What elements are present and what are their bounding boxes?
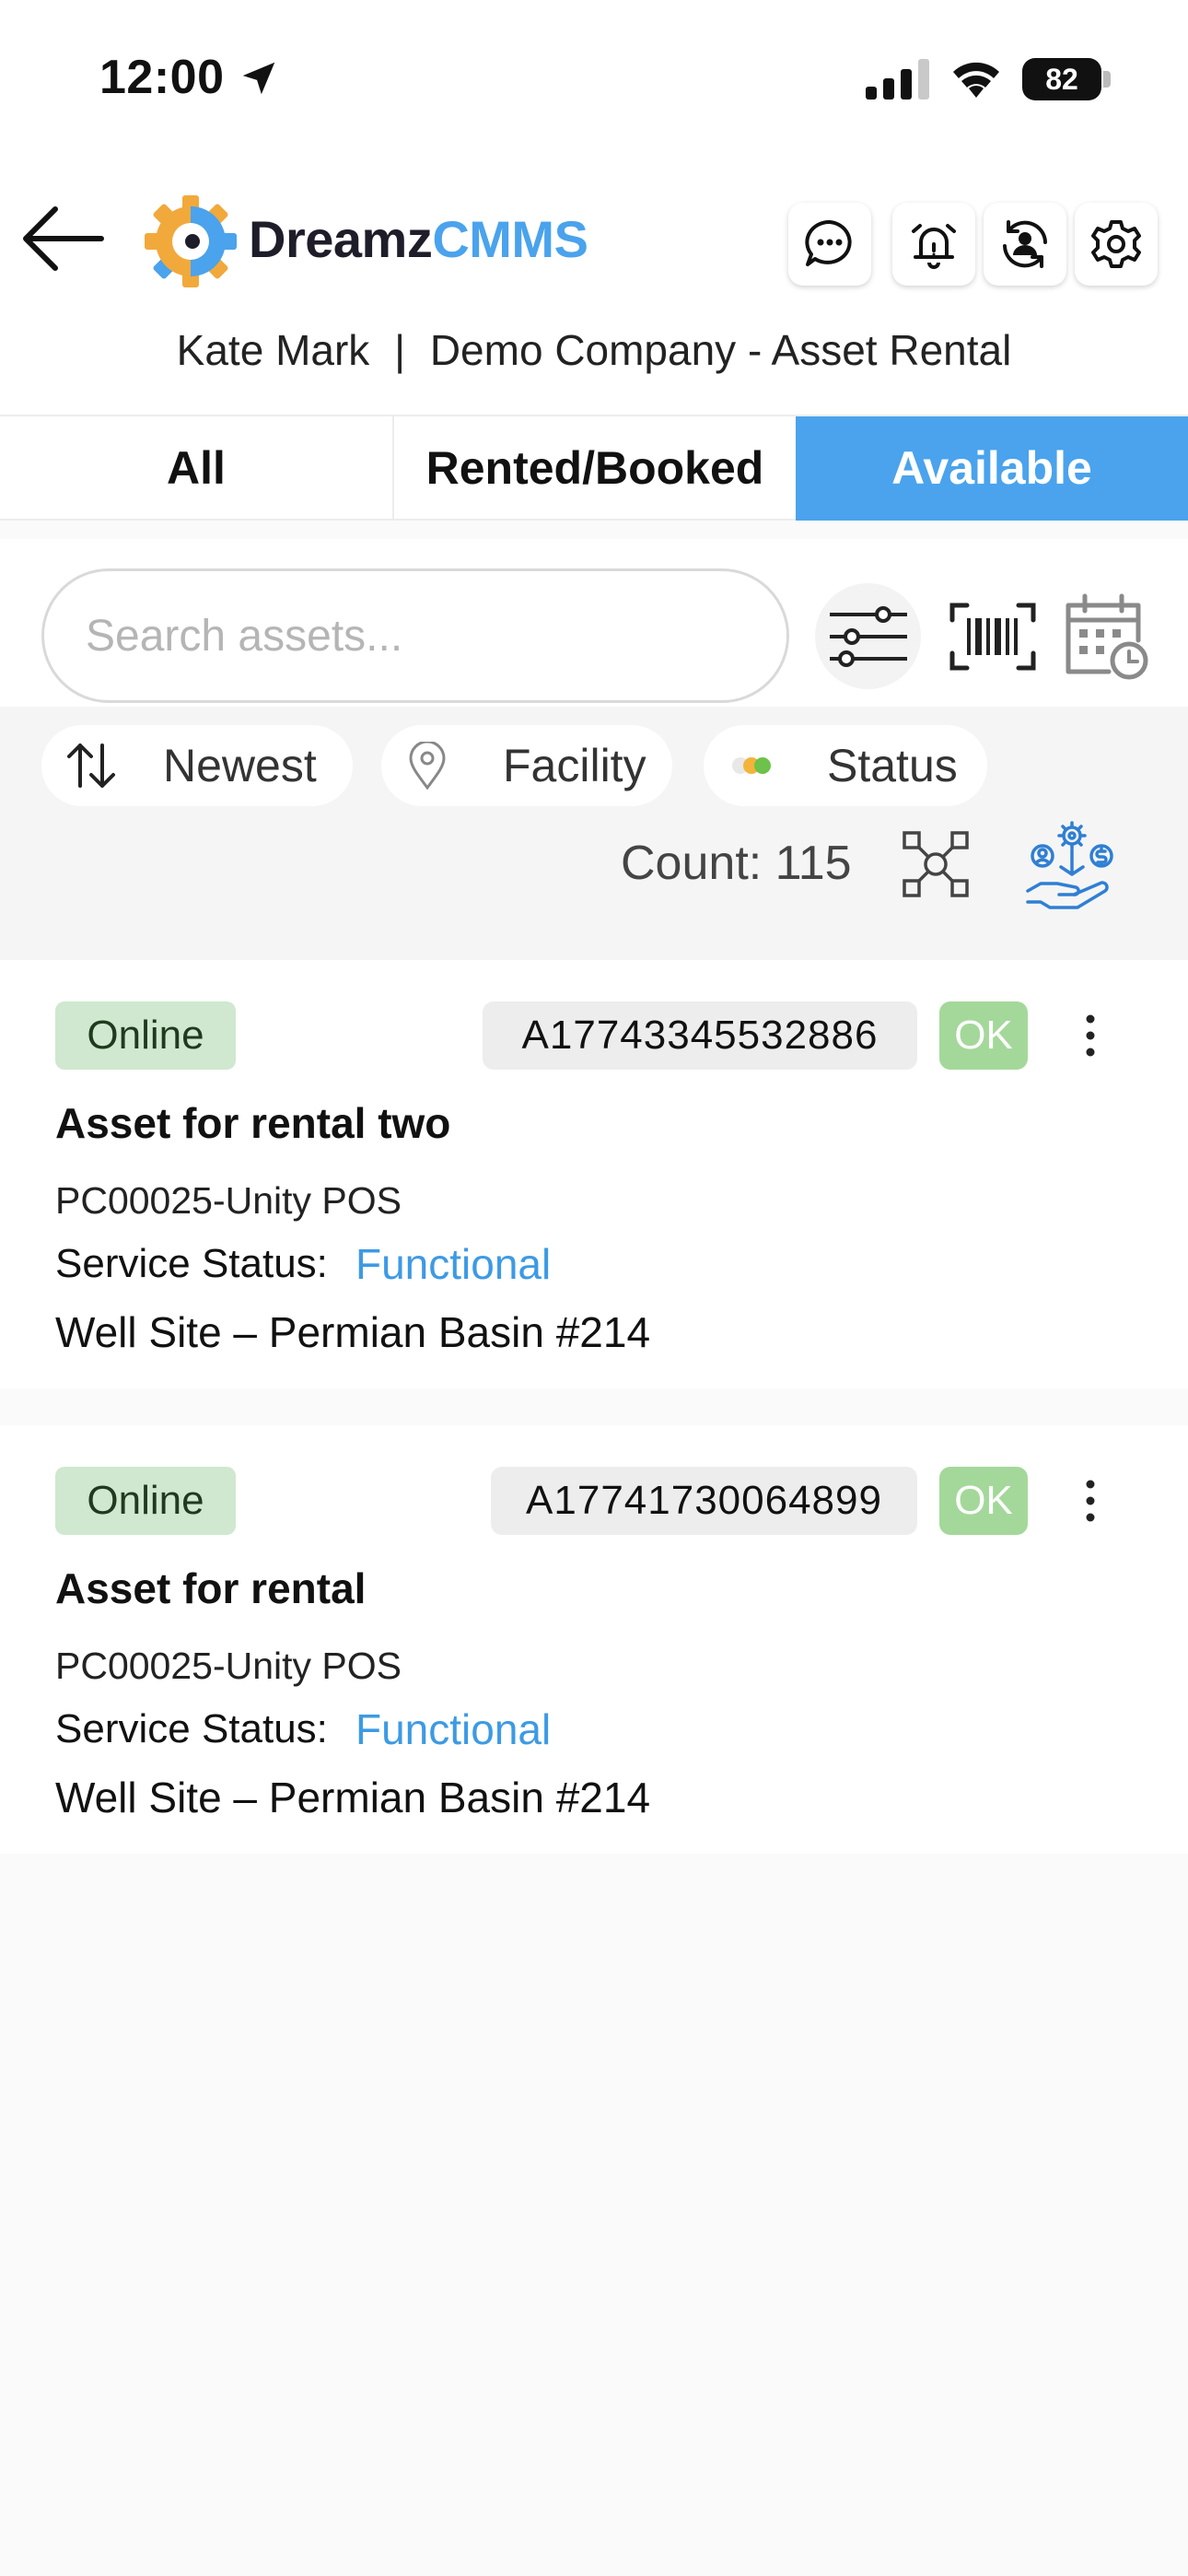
logo-text-dreamz: Dreamz — [249, 210, 433, 268]
user-name: Kate Mark — [176, 326, 370, 374]
filter-tabs: All Rented/Booked Available — [0, 415, 1188, 521]
facility-chip[interactable]: Facility — [381, 725, 672, 806]
filter-button[interactable] — [815, 583, 921, 689]
status-dots-icon — [732, 757, 771, 774]
alarm-button[interactable] — [892, 203, 975, 286]
asset-code: PC00025-Unity POS — [55, 1645, 402, 1687]
condition-badge: OK — [939, 1001, 1028, 1070]
chat-bubble-icon — [805, 219, 852, 266]
settings-button[interactable] — [1075, 203, 1158, 286]
asset-card[interactable]: Online A17743345532886 OK Asset for rent… — [0, 960, 1188, 1388]
tab-all[interactable]: All — [0, 416, 394, 521]
service-status-value: Functional — [355, 1705, 552, 1753]
sort-chip[interactable]: Newest — [41, 725, 353, 806]
service-status-label: Service Status: — [55, 1706, 328, 1751]
back-arrow-icon[interactable] — [17, 202, 105, 275]
screen: 12:00 82 DreamzCMMS Kate Mark | Demo Com… — [0, 0, 1188, 2576]
asset-location: Well Site – Permian Basin #214 — [55, 1774, 651, 1821]
facility-chip-label: Facility — [503, 740, 646, 791]
asset-count: Count: 115 — [621, 837, 852, 890]
alarm-clock-icon — [912, 224, 956, 269]
asset-code: PC00025-Unity POS — [55, 1179, 402, 1222]
map-pin-icon — [409, 742, 446, 790]
search-toolbar — [0, 539, 1188, 707]
logo-gear-icon — [145, 195, 237, 287]
company-name: Demo Company - Asset Rental — [429, 326, 1012, 374]
asset-id: A17741730064899 — [491, 1467, 917, 1535]
status-bar: 12:00 82 — [0, 0, 1188, 161]
service-status-value: Functional — [355, 1240, 552, 1288]
battery-indicator: 82 — [1022, 58, 1111, 100]
barcode-scan-icon[interactable] — [949, 602, 1037, 672]
switch-user-button[interactable] — [984, 203, 1066, 286]
asset-card[interactable]: Online A17741730064899 OK Asset for rent… — [0, 1425, 1188, 1854]
logo-text-cmms: CMMS — [432, 210, 588, 268]
header-separator: | — [394, 326, 406, 374]
hierarchy-icon[interactable] — [901, 829, 971, 899]
more-options-icon[interactable] — [1072, 1008, 1109, 1063]
sliders-icon — [830, 606, 907, 667]
tab-available[interactable]: Available — [796, 416, 1188, 521]
asset-id: A17743345532886 — [483, 1001, 917, 1070]
sort-arrows-icon — [67, 744, 115, 788]
wifi-icon — [953, 62, 999, 98]
status-chip[interactable]: Status — [704, 725, 987, 806]
user-sync-icon — [1003, 220, 1047, 268]
status-badge: Online — [55, 1467, 236, 1535]
location-arrow-icon — [242, 62, 275, 95]
sort-chip-label: Newest — [163, 740, 317, 791]
app-header: DreamzCMMS Kate Mark | Demo Company - As… — [0, 161, 1188, 415]
chat-button[interactable] — [788, 203, 871, 286]
asset-location: Well Site – Permian Basin #214 — [55, 1308, 651, 1356]
search-input[interactable] — [41, 568, 789, 703]
status-chip-label: Status — [827, 740, 958, 791]
cellular-signal-icon — [866, 59, 929, 100]
status-badge: Online — [55, 1001, 236, 1070]
more-options-icon[interactable] — [1072, 1473, 1109, 1528]
rental-hand-icon[interactable] — [1024, 819, 1120, 915]
tab-rented-booked[interactable]: Rented/Booked — [394, 416, 796, 521]
asset-name: Asset for rental — [55, 1564, 367, 1612]
calendar-clock-icon[interactable] — [1061, 592, 1149, 681]
service-status-label: Service Status: — [55, 1241, 328, 1286]
asset-name: Asset for rental two — [55, 1099, 451, 1147]
logo-wordmark: DreamzCMMS — [249, 209, 588, 269]
status-time: 12:00 — [99, 51, 225, 104]
user-company-line: Kate Mark | Demo Company - Asset Rental — [0, 325, 1188, 375]
sort-filter-bar: Newest Facility Status Count: 115 — [0, 707, 1188, 960]
battery-percent: 82 — [1045, 63, 1078, 96]
gear-icon — [1091, 220, 1141, 268]
condition-badge: OK — [939, 1467, 1028, 1535]
